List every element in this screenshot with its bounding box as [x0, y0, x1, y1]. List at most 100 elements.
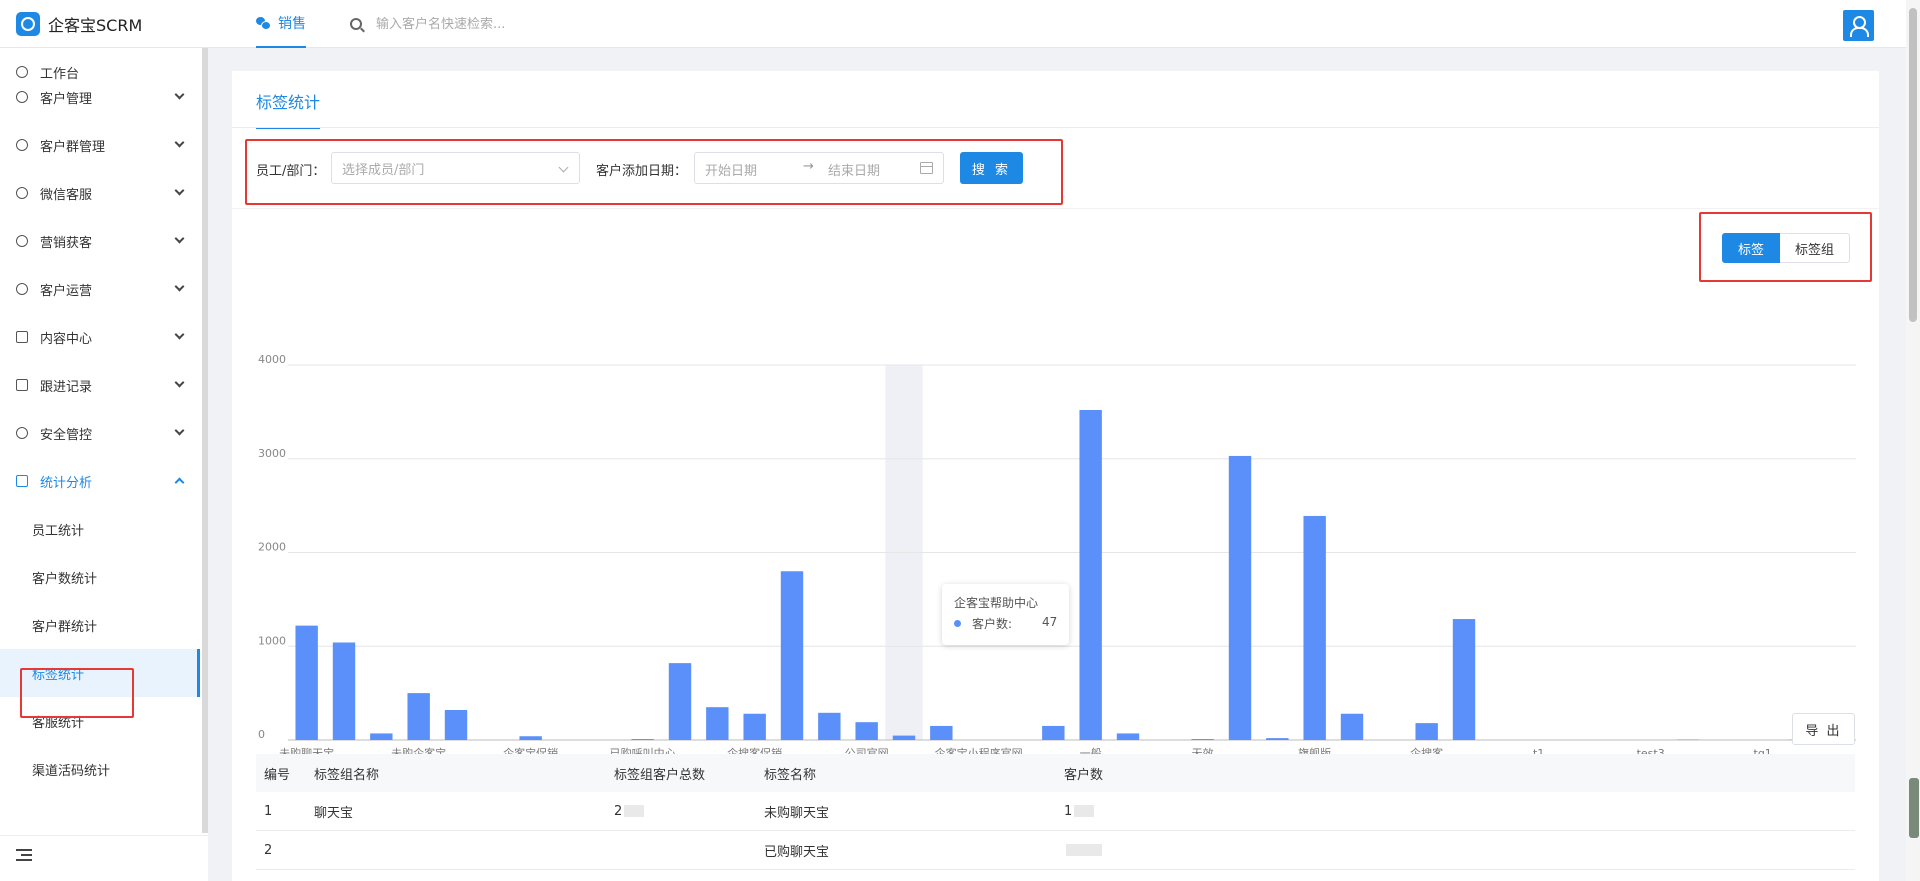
- sidebar-sub-tag-stats[interactable]: 标签统计: [0, 649, 200, 697]
- app-logo[interactable]: 企客宝SCRM: [16, 12, 142, 36]
- customer-search-input[interactable]: [376, 16, 636, 32]
- toggle-tag-button[interactable]: 标签: [1722, 233, 1781, 263]
- store-icon: [16, 331, 28, 343]
- header-search: [350, 12, 636, 36]
- col-header-group: 标签组名称: [314, 767, 380, 783]
- col-header-tag: 标签名称: [764, 767, 817, 783]
- table-row[interactable]: 1 聊天宝 2 未购聊天宝 1: [256, 792, 1855, 831]
- sidebar-item-followup[interactable]: 跟进记录: [0, 361, 200, 409]
- minimap-widget[interactable]: [1909, 778, 1919, 838]
- table-header: 编号 标签组名称 标签组客户总数 标签名称 客户数: [256, 754, 1855, 792]
- bar: [407, 693, 430, 740]
- y-tick-label: 3000: [258, 447, 286, 460]
- bar: [930, 725, 953, 740]
- tag-stats-table: 编号 标签组名称 标签组客户总数 标签名称 客户数 1 聊天宝 2 未购聊天宝 …: [256, 754, 1855, 870]
- bar: [818, 712, 841, 740]
- sidebar-sub-customer-stats[interactable]: 客户数统计: [0, 553, 200, 601]
- search-icon: [350, 18, 362, 30]
- sidebar-item-label: 客户群管理: [40, 139, 106, 155]
- cell-count: 1: [1056, 792, 1095, 830]
- cell-tag: 未购聊天宝: [764, 805, 830, 821]
- cell-no: 1: [264, 803, 273, 819]
- chat-dots-icon: [16, 283, 28, 295]
- sidebar-sub-service-stats[interactable]: 客服统计: [0, 697, 200, 745]
- sidebar-item-wechat-service[interactable]: 微信客服: [0, 169, 200, 217]
- sidebar-sub-label: 客户群统计: [32, 619, 98, 635]
- cell-group: [306, 831, 314, 869]
- bar: [1340, 713, 1364, 740]
- bar: [780, 571, 804, 740]
- sidebar-scrollbar[interactable]: [202, 48, 208, 833]
- sidebar-item-label: 内容中心: [40, 331, 93, 347]
- export-button[interactable]: 导 出: [1792, 713, 1855, 745]
- staff-filter-label: 员工/部门：: [256, 164, 326, 179]
- chevron-down-icon: [174, 89, 185, 100]
- bar: [892, 735, 916, 740]
- sidebar-footer: [0, 835, 208, 881]
- sidebar-item-label: 营销获客: [40, 235, 93, 251]
- bar: [706, 707, 729, 740]
- chevron-down-icon: [174, 425, 185, 436]
- chevron-down-icon: [174, 281, 185, 292]
- bar: [519, 736, 542, 740]
- top-header: 企客宝SCRM 销售: [0, 0, 1920, 48]
- bar: [631, 739, 654, 740]
- cell-group-total: 2: [606, 792, 645, 830]
- sidebar-item-label: 安全管控: [40, 427, 93, 443]
- sidebar-sub-staff-stats[interactable]: 员工统计: [0, 505, 200, 553]
- sidebar-sub-label: 标签统计: [32, 667, 85, 683]
- sidebar-item-operations[interactable]: 客户运营: [0, 265, 200, 313]
- chevron-down-icon: [174, 377, 185, 388]
- cell-count: [1056, 831, 1102, 869]
- nav-tab-label: 销售: [278, 16, 306, 32]
- bar: [1415, 723, 1438, 740]
- date-filter-label: 客户添加日期：: [596, 164, 688, 179]
- sidebar-item-marketing[interactable]: 营销获客: [0, 217, 200, 265]
- sidebar-item-label: 统计分析: [40, 475, 93, 491]
- chevron-down-icon: [174, 233, 185, 244]
- wechat-icon: [256, 17, 271, 30]
- user-avatar-button[interactable]: [1843, 10, 1874, 41]
- sidebar-item-label: 微信客服: [40, 187, 93, 203]
- bar: [1266, 738, 1289, 740]
- col-header-no: 编号: [264, 767, 291, 783]
- bar: [743, 713, 766, 740]
- sidebar-item-statistics[interactable]: 统计分析: [0, 457, 200, 505]
- y-tick-label: 0: [258, 728, 265, 741]
- staff-department-select[interactable]: 选择成员/部门: [331, 152, 580, 184]
- collapse-menu-icon[interactable]: [16, 849, 32, 861]
- sidebar-item-label: 跟进记录: [40, 379, 93, 395]
- nav-tab-sales[interactable]: 销售: [256, 0, 306, 48]
- bar: [444, 710, 468, 740]
- tag-customer-bar-chart: 01000200030004000未购聊天宝 未购企客宝 企客宝促销 已购呼叫中心 企搜…: [258, 353, 1856, 758]
- table-row[interactable]: 2 已购聊天宝: [256, 831, 1855, 870]
- sidebar-item-customers[interactable]: 客户管理: [0, 73, 200, 121]
- bar: [855, 722, 878, 740]
- bar-chart-icon: [16, 475, 28, 487]
- series-dot-icon: [954, 620, 961, 627]
- scrollbar-thumb[interactable]: [1909, 8, 1917, 322]
- sidebar-sub-channel-stats[interactable]: 渠道活码统计: [0, 745, 200, 793]
- sidebar-item-customer-groups[interactable]: 客户群管理: [0, 121, 200, 169]
- bar: [1116, 733, 1140, 740]
- date-range-picker[interactable]: 开始日期 → 结束日期: [694, 152, 944, 184]
- sidebar-item-content[interactable]: 内容中心: [0, 313, 200, 361]
- main-panel: 标签统计 员工/部门： 选择成员/部门 客户添加日期： 开始日期 → 结束日期 …: [232, 71, 1879, 881]
- sidebar-item-security[interactable]: 安全管控: [0, 409, 200, 457]
- bar: [1228, 455, 1252, 740]
- chevron-down-icon: [558, 162, 569, 173]
- end-date-input[interactable]: 结束日期: [828, 160, 880, 179]
- toggle-tag-group-button[interactable]: 标签组: [1780, 233, 1851, 263]
- tab-tag-stats[interactable]: 标签统计: [256, 89, 321, 129]
- sidebar-sub-label: 员工统计: [32, 523, 85, 539]
- chevron-down-icon: [174, 137, 185, 148]
- sidebar-sub-group-stats[interactable]: 客户群统计: [0, 601, 200, 649]
- y-tick-label: 4000: [258, 353, 286, 366]
- search-button[interactable]: 搜 索: [960, 152, 1023, 184]
- start-date-input[interactable]: 开始日期: [705, 160, 757, 179]
- page-scrollbar[interactable]: [1906, 0, 1920, 881]
- record-icon: [16, 379, 28, 391]
- logo-icon: [16, 12, 40, 36]
- sidebar-sub-label: 客服统计: [32, 715, 85, 731]
- app-title: 企客宝SCRM: [48, 16, 143, 35]
